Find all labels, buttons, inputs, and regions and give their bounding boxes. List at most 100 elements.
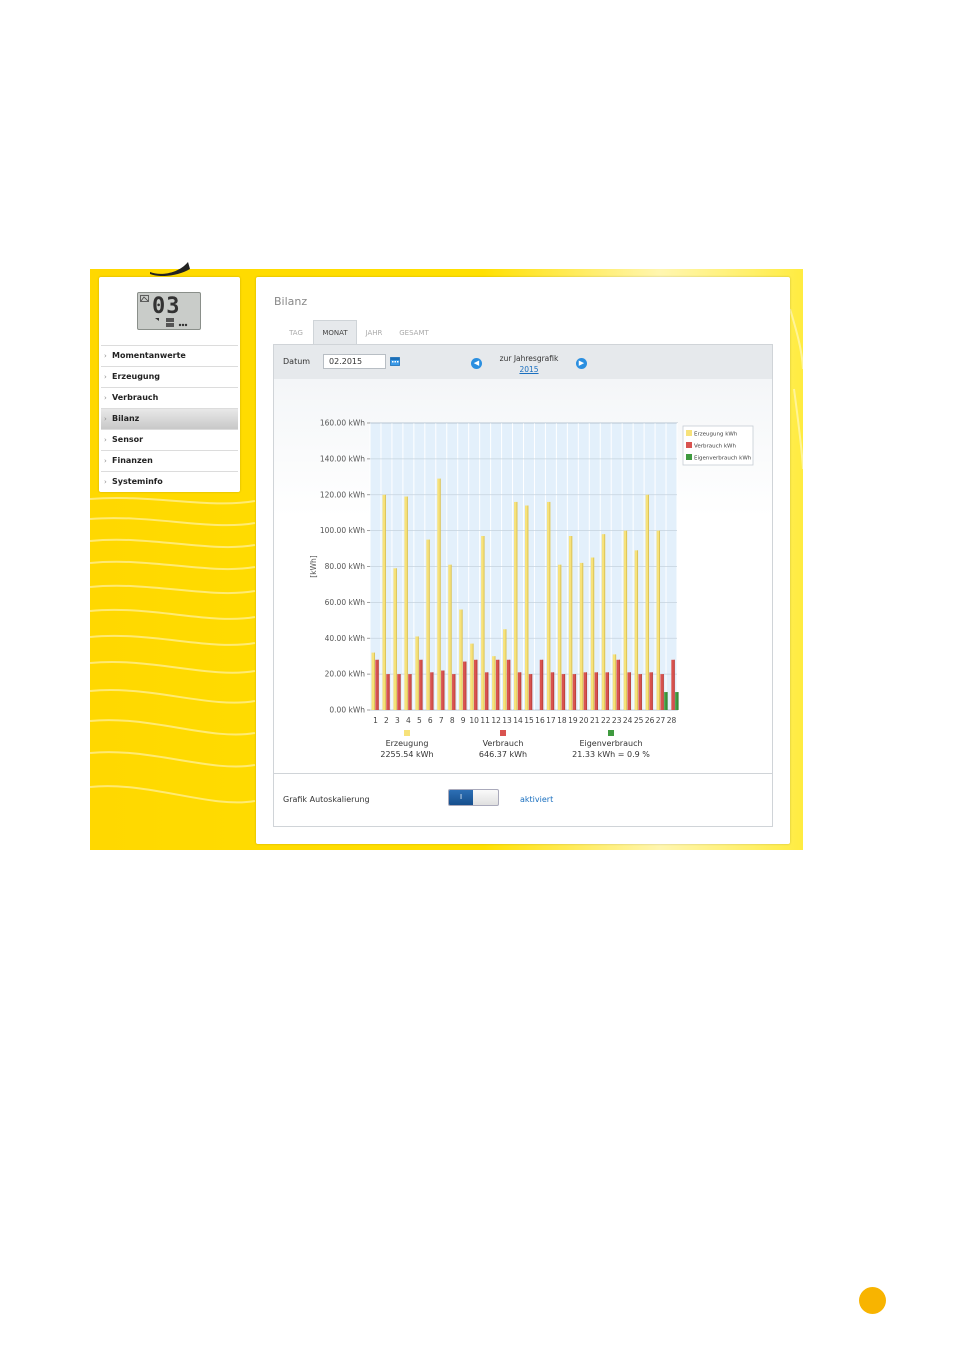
chevron-right-icon: ›: [104, 457, 107, 465]
toggle-on-indicator: I: [449, 790, 473, 805]
next-month-button[interactable]: ▶: [576, 358, 587, 369]
legend-swatch: [686, 442, 692, 448]
x-tick-label: 7: [439, 716, 444, 725]
bar-shade: [648, 494, 650, 710]
sidebar-item-label: Sensor: [112, 435, 144, 444]
legend-swatch: [686, 454, 692, 460]
x-tick-label: 12: [491, 716, 501, 725]
datum-label: Datum: [283, 357, 311, 366]
sidebar-item-momentanwerte[interactable]: › Momentanwerte: [101, 345, 238, 366]
bar-shade: [619, 659, 620, 710]
lcd-segment-icons: [155, 318, 188, 327]
bar-shade: [549, 501, 551, 710]
bar-shade: [428, 539, 430, 710]
bar-shade: [662, 674, 664, 710]
bar-shade: [575, 674, 577, 710]
sidebar: 03 › Momentanwerte › Erzeugung › Verbrauch …: [99, 277, 240, 492]
logo-swoosh-fragment: [150, 262, 190, 276]
x-tick-label: 26: [645, 716, 655, 725]
x-tick-label: 28: [667, 716, 677, 725]
sidebar-item-label: Finanzen: [112, 456, 153, 465]
sidebar-item-sensor[interactable]: › Sensor: [101, 429, 238, 450]
jahresgrafik-link[interactable]: 2015: [486, 365, 572, 374]
sidebar-item-verbrauch[interactable]: › Verbrauch: [101, 387, 238, 408]
autoscale-label: Grafik Autoskalierung: [283, 795, 370, 804]
bar-shade: [494, 656, 496, 710]
summary-swatch: [608, 730, 614, 736]
bar-shade: [443, 670, 445, 710]
bar-shade: [615, 654, 617, 710]
chevron-right-icon: ›: [104, 352, 107, 360]
sidebar-item-erzeugung[interactable]: › Erzeugung: [101, 366, 238, 387]
tab-gesamt[interactable]: GESAMT: [392, 321, 436, 345]
x-tick-label: 4: [406, 716, 411, 725]
y-tick-label: 60.00 kWh: [325, 598, 366, 607]
bar-shade: [520, 672, 522, 710]
tab-jahr[interactable]: JAHR: [358, 321, 390, 345]
page-marker-dot: [859, 1287, 886, 1314]
bar-shade: [593, 557, 595, 710]
bar-shade: [410, 674, 412, 710]
summary-swatch: [404, 730, 410, 736]
bar-shade: [498, 659, 500, 710]
sidebar-item-bilanz[interactable]: › Bilanz: [101, 408, 238, 429]
x-tick-label: 8: [450, 716, 455, 725]
previous-month-button[interactable]: ◀: [471, 358, 482, 369]
legend-entry: Verbrauch kWh: [694, 444, 736, 450]
chevron-right-icon: ›: [104, 436, 107, 444]
summary-label: Verbrauch: [483, 739, 524, 748]
page-title: Bilanz: [274, 295, 308, 308]
bar-shade: [417, 636, 419, 710]
tab-monat[interactable]: MONAT: [313, 320, 357, 345]
bar-shade: [472, 643, 474, 710]
x-tick-label: 25: [634, 716, 644, 725]
bar-shade: [487, 672, 489, 710]
main-content: Bilanz TAG MONAT JAHR GESAMT Datum 02.20…: [256, 277, 790, 844]
datum-input[interactable]: 02.2015: [323, 354, 386, 369]
bar-shade: [406, 496, 408, 710]
bar-shade: [553, 672, 555, 710]
bar-shade: [450, 564, 452, 710]
y-tick-label: 40.00 kWh: [325, 634, 366, 643]
bar-shade: [597, 672, 598, 710]
autoscale-row: Grafik Autoskalierung I aktiviert: [273, 773, 773, 827]
bar-shade: [509, 659, 511, 710]
x-tick-label: 16: [535, 716, 545, 725]
bar-shade: [651, 672, 653, 710]
bar-shade: [571, 536, 573, 710]
lcd-display: 03: [137, 292, 201, 330]
legend-swatch: [686, 430, 692, 436]
y-tick-label: 20.00 kWh: [325, 670, 366, 679]
summary-label: Eigenverbrauch: [579, 739, 642, 748]
chevron-right-icon: ›: [104, 415, 107, 423]
legend-entry: Eigenverbrauch kWh: [694, 456, 752, 462]
bar-shade: [439, 478, 441, 710]
x-tick-label: 13: [502, 716, 512, 725]
x-tick-label: 23: [612, 716, 622, 725]
sidebar-item-label: Erzeugung: [112, 372, 161, 381]
bar-shade: [395, 568, 397, 710]
bilanz-chart: 0.00 kWh 20.00 kWh 40.00 kWh 60.00 kWh 80.00…: [309, 419, 754, 759]
bar-shade: [461, 609, 463, 710]
chevron-left-icon: ◀: [473, 359, 480, 367]
x-tick-label: 5: [417, 716, 422, 725]
bar-shade: [542, 659, 544, 710]
autoscale-toggle[interactable]: I: [448, 789, 499, 806]
x-tick-label: 21: [590, 716, 600, 725]
tab-tag[interactable]: TAG: [280, 321, 312, 345]
chart-toolbar: Datum 02.2015 ◀ zur Jahresgrafik 2015 ▶: [273, 344, 773, 381]
x-tick-label: 20: [579, 716, 589, 725]
bar-shade: [454, 674, 456, 710]
bar-shade: [673, 659, 675, 710]
bar-shade: [582, 562, 584, 710]
bar-shade: [677, 692, 679, 710]
summary-label: Erzeugung: [386, 739, 429, 748]
sidebar-item-systeminfo[interactable]: › Systeminfo: [101, 471, 238, 492]
x-tick-label: 15: [524, 716, 534, 725]
bar-shade: [629, 672, 631, 710]
y-tick-label: 0.00 kWh: [329, 706, 365, 715]
sidebar-item-finanzen[interactable]: › Finanzen: [101, 450, 238, 471]
chevron-right-icon: ›: [104, 478, 107, 486]
calendar-icon[interactable]: [390, 356, 400, 366]
x-tick-label: 1: [373, 716, 378, 725]
